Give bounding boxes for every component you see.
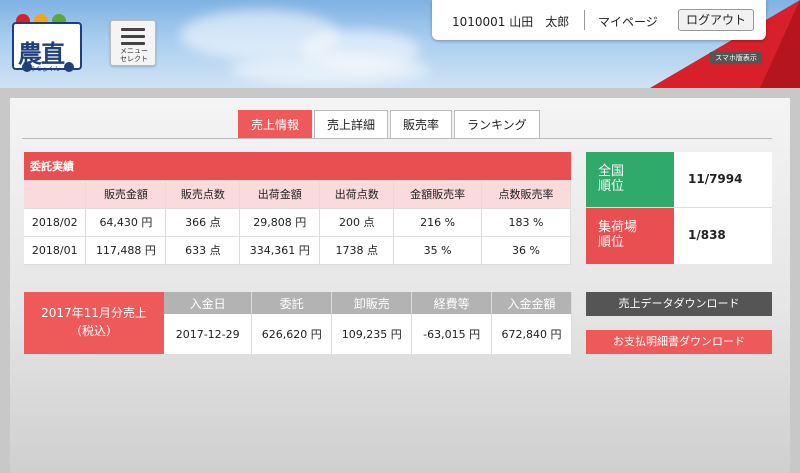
table-cell: 216 % (393, 208, 483, 237)
column-header (24, 180, 87, 209)
table-header-row: 販売金額 販売点数 出荷金額 出荷点数 金額販売率 点数販売率 (24, 180, 571, 209)
divider (584, 10, 585, 30)
column-header: 卸販売 (331, 292, 413, 314)
user-name: 山田 太郎 (509, 15, 570, 29)
site-logo[interactable]: 農直 ゆうちょくん (12, 14, 82, 73)
wheel-icon (64, 62, 74, 72)
column-header: 出荷点数 (319, 180, 395, 209)
menu-select-button[interactable]: メニュー セレクト (110, 20, 156, 66)
table-cell: 2018/02 (24, 208, 87, 237)
sky-cloud (230, 55, 430, 85)
table-row: 2017-12-29 626,620 円 109,235 円 -63,015 円… (164, 314, 572, 354)
wheel-icon (22, 62, 32, 72)
table-cell: 334,361 円 (239, 236, 321, 265)
table-cell: 2018/01 (24, 236, 87, 265)
user-id: 1010001 (452, 15, 506, 29)
table-cell: 36 % (481, 236, 571, 265)
table-cell: 29,808 円 (239, 208, 321, 237)
table-row: 2018/01 117,488 円 633 点 334,361 円 1738 点… (24, 236, 571, 265)
tab-underline (22, 138, 772, 139)
payment-detail-download-button[interactable]: お支払明細書ダウンロード (586, 330, 772, 354)
table-cell: 1738 点 (319, 236, 395, 265)
consignment-sales-table: 委託実績 販売金額 販売点数 出荷金額 出荷点数 金額販売率 点数販売率 201… (24, 152, 571, 265)
national-rank-label: 全国 順位 (586, 152, 674, 208)
tab-bar: 売上情報 売上詳細 販売率 ランキング (238, 110, 542, 138)
national-rank-value: 11/7994 (688, 172, 743, 186)
table-cell: 109,235 円 (331, 314, 413, 354)
tab-ranking[interactable]: ランキング (454, 110, 540, 138)
local-rank-label: 集荷場 順位 (586, 208, 674, 264)
table-cell: 626,620 円 (251, 314, 333, 354)
national-rank-row: 全国 順位 11/7994 (586, 152, 772, 208)
menu-label: メニュー セレクト (120, 47, 148, 63)
local-rank-value: 1/838 (688, 228, 726, 242)
table-cell: 366 点 (165, 208, 241, 237)
tab-sales-detail[interactable]: 売上詳細 (314, 110, 389, 138)
table-cell: -63,015 円 (411, 314, 493, 354)
column-header: 委託 (251, 292, 333, 314)
table-cell: 117,488 円 (85, 236, 167, 265)
column-header: 金額販売率 (393, 180, 483, 209)
monthly-payment-summary: 2017年11月分売上 （税込） 入金日 委託 卸販売 経費等 入金金額 201… (24, 292, 572, 354)
payment-table: 入金日 委託 卸販売 経費等 入金金額 2017-12-29 626,620 円… (164, 292, 572, 354)
payment-period-label: 2017年11月分売上 （税込） (24, 292, 164, 354)
smartphone-view-button[interactable]: スマホ版表示 (710, 52, 762, 64)
user-info: 1010001 山田 太郎 (452, 13, 569, 30)
column-header: 経費等 (411, 292, 493, 314)
column-header: 出荷金額 (239, 180, 321, 209)
tab-sales-info[interactable]: 売上情報 (238, 110, 313, 138)
table-header-row: 入金日 委託 卸販売 経費等 入金金額 (164, 292, 572, 314)
table-cell: 672,840 円 (491, 314, 572, 354)
table-row: 2018/02 64,430 円 366 点 29,808 円 200 点 21… (24, 208, 571, 237)
column-header: 販売金額 (85, 180, 167, 209)
logo-truck-box: 農直 ゆうちょくん (12, 22, 82, 73)
column-header: 販売点数 (165, 180, 241, 209)
hamburger-icon (121, 28, 145, 49)
sales-data-download-button[interactable]: 売上データダウンロード (586, 292, 772, 316)
table-cell: 2017-12-29 (164, 314, 253, 354)
table-cell: 35 % (393, 236, 483, 265)
table-cell: 200 点 (319, 208, 395, 237)
table-title: 委託実績 (24, 152, 571, 181)
table-cell: 64,430 円 (85, 208, 167, 237)
table-cell: 633 点 (165, 236, 241, 265)
table-cell: 183 % (481, 208, 571, 237)
column-header: 点数販売率 (481, 180, 571, 209)
tab-sales-rate[interactable]: 販売率 (390, 110, 453, 138)
logout-button[interactable]: ログアウト (678, 9, 754, 31)
user-panel: 1010001 山田 太郎 マイページ ログアウト (432, 0, 766, 40)
column-header: 入金日 (164, 292, 253, 314)
mypage-link[interactable]: マイページ (598, 13, 658, 30)
local-rank-row: 集荷場 順位 1/838 (586, 208, 772, 264)
ranking-box: 全国 順位 11/7994 集荷場 順位 1/838 (586, 152, 772, 264)
header-red-decoration (760, 0, 800, 88)
column-header: 入金金額 (491, 292, 572, 314)
